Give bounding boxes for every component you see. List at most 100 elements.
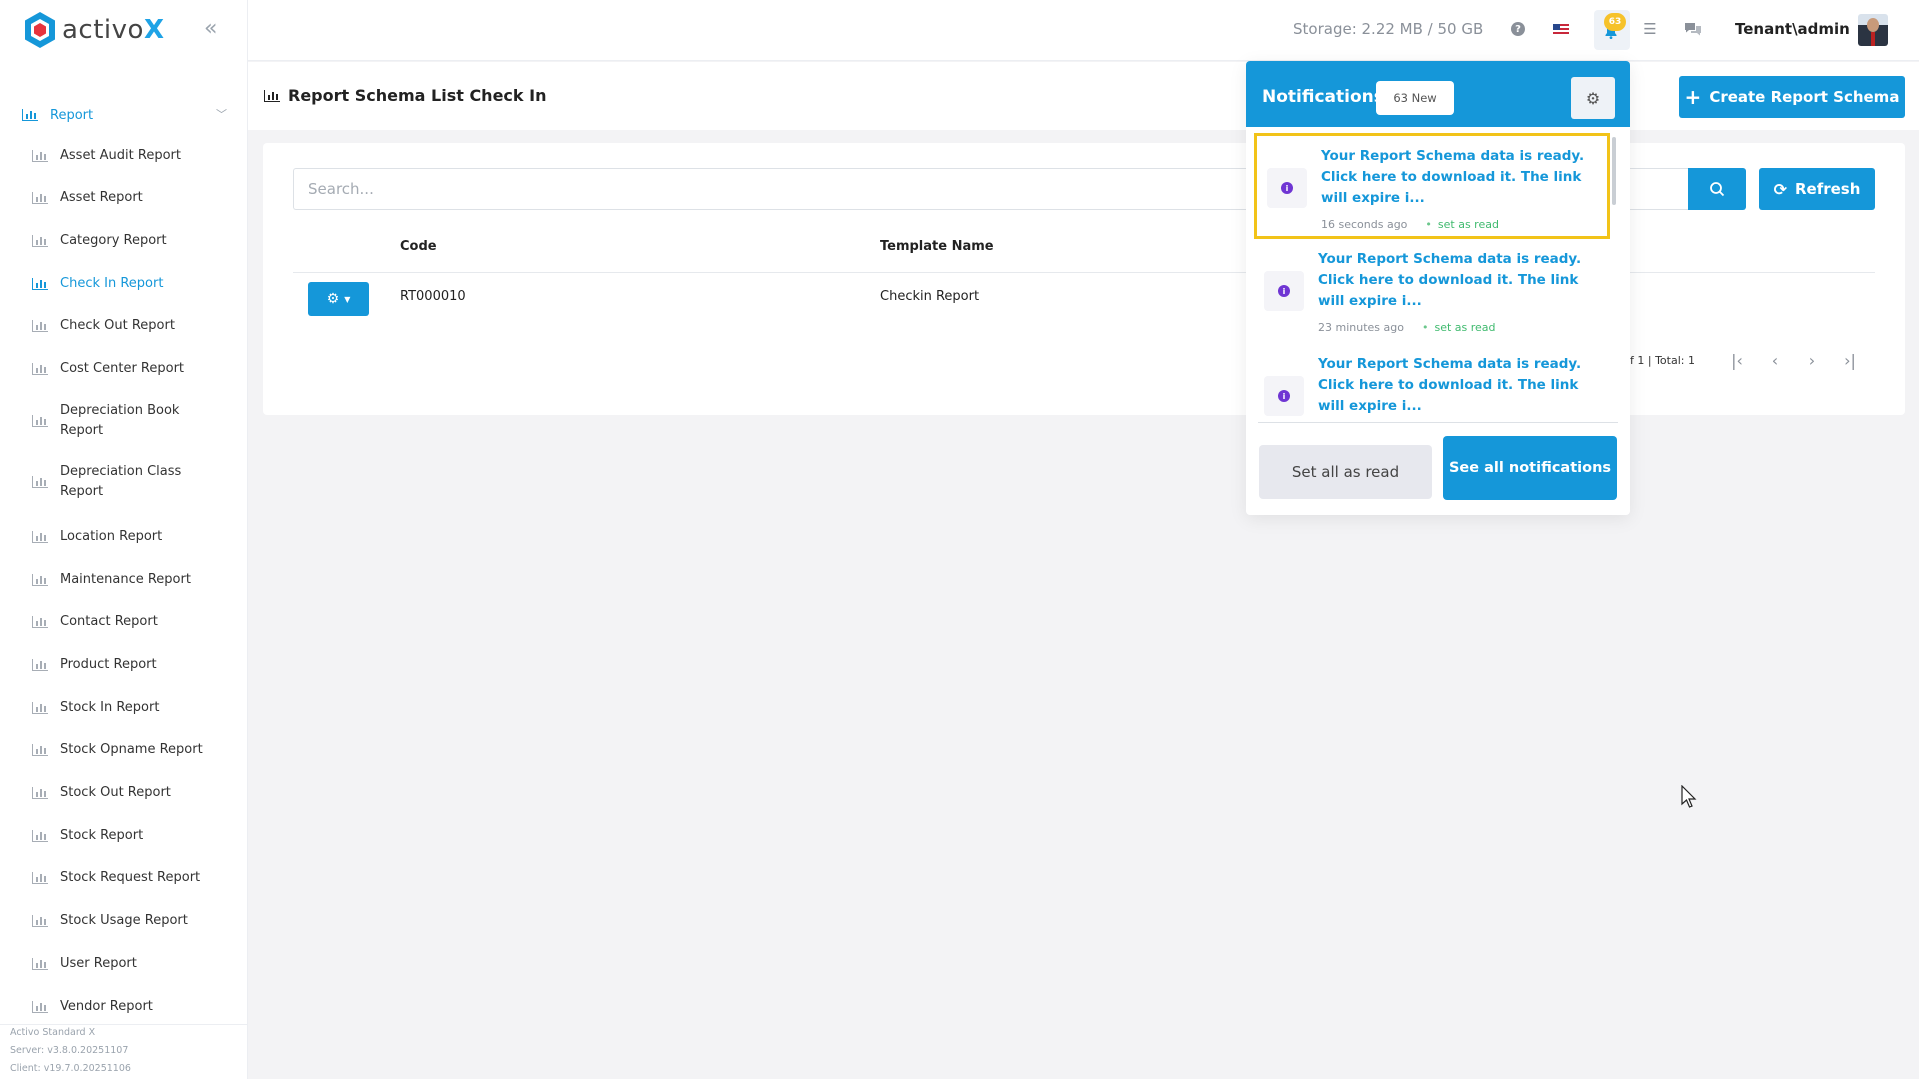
row-actions-button[interactable]: ⚙ ▼ bbox=[308, 282, 369, 316]
sidebar: activoX « Report ﹀ Asset Audit Report Ass… bbox=[0, 0, 248, 1079]
avatar[interactable] bbox=[1858, 14, 1888, 46]
server-version: Server: v3.8.0.20251107 bbox=[10, 1045, 129, 1056]
notification-settings-button[interactable]: ⚙ bbox=[1571, 77, 1615, 119]
sidebar-item-vendor-report[interactable]: Vendor Report bbox=[32, 997, 232, 1017]
bar-chart-icon bbox=[32, 363, 48, 375]
column-header-template-name[interactable]: Template Name bbox=[880, 239, 994, 254]
notification-item[interactable]: i Your Report Schema data is ready. Clic… bbox=[1254, 344, 1610, 450]
sidebar-item-depreciation-class-report[interactable]: Depreciation Class Report bbox=[32, 462, 232, 502]
sidebar-item-stock-report[interactable]: Stock Report bbox=[32, 826, 232, 846]
new-count-badge: 63 New bbox=[1376, 81, 1454, 115]
set-as-read-link[interactable]: set as read bbox=[1438, 218, 1499, 231]
logo-hex-icon bbox=[25, 12, 55, 48]
sidebar-item-stock-out-report[interactable]: Stock Out Report bbox=[32, 783, 232, 803]
next-page-icon[interactable]: › bbox=[1802, 349, 1822, 371]
chevron-down-icon: ﹀ bbox=[216, 108, 227, 121]
gear-icon: ⚙ bbox=[1585, 88, 1601, 108]
divider bbox=[1258, 422, 1618, 423]
collapse-sidebar-icon[interactable]: « bbox=[204, 16, 217, 41]
prev-page-icon[interactable]: ‹ bbox=[1765, 349, 1785, 371]
sidebar-item-label: Depreciation Class Report bbox=[60, 464, 182, 499]
notification-text[interactable]: Your Report Schema data is ready. Click … bbox=[1321, 146, 1601, 209]
brand-logo[interactable]: activoX bbox=[22, 10, 165, 50]
menu-report-parent[interactable]: Report ﹀ bbox=[22, 103, 227, 127]
refresh-button[interactable]: ⟳ Refresh bbox=[1759, 168, 1875, 210]
sidebar-item-label: Stock Report bbox=[60, 828, 144, 843]
bar-chart-icon bbox=[32, 476, 48, 488]
info-icon: i bbox=[1264, 376, 1304, 416]
sidebar-item-label: Cost Center Report bbox=[60, 361, 185, 376]
caret-down-icon: ▼ bbox=[344, 294, 351, 304]
notification-item[interactable]: i Your Report Schema data is ready. Clic… bbox=[1254, 239, 1610, 345]
sidebar-item-product-report[interactable]: Product Report bbox=[32, 655, 232, 675]
set-as-read-link[interactable]: set as read bbox=[1434, 321, 1495, 334]
sidebar-item-label: Vendor Report bbox=[60, 999, 153, 1014]
sidebar-item-contact-report[interactable]: Contact Report bbox=[32, 612, 232, 632]
table-row[interactable]: ⚙ ▼ RT000010 Checkin Report bbox=[293, 273, 1875, 323]
create-report-schema-button[interactable]: + Create Report Schema bbox=[1679, 76, 1905, 118]
notification-scrollbar[interactable] bbox=[1612, 137, 1616, 205]
set-all-read-button[interactable]: Set all as read bbox=[1259, 445, 1432, 499]
sidebar-item-label: Stock Usage Report bbox=[60, 913, 188, 928]
sidebar-item-check-out-report[interactable]: Check Out Report bbox=[32, 316, 232, 336]
sidebar-item-label: Asset Report bbox=[60, 190, 143, 205]
sidebar-item-location-report[interactable]: Location Report bbox=[32, 527, 232, 547]
bar-chart-icon bbox=[32, 915, 48, 927]
sidebar-item-stock-request-report[interactable]: Stock Request Report bbox=[32, 868, 232, 888]
bar-chart-icon bbox=[32, 415, 48, 427]
refresh-label: Refresh bbox=[1794, 180, 1861, 198]
first-page-icon[interactable]: |‹ bbox=[1727, 349, 1747, 371]
mouse-cursor-icon bbox=[1681, 785, 1697, 808]
search-icon bbox=[1710, 182, 1725, 197]
column-header-code[interactable]: Code bbox=[400, 239, 437, 254]
sidebar-item-asset-report[interactable]: Asset Report bbox=[32, 188, 232, 208]
sidebar-item-label: Asset Audit Report bbox=[60, 148, 181, 163]
sidebar-item-user-report[interactable]: User Report bbox=[32, 954, 232, 974]
see-all-notifications-button[interactable]: See all notifications bbox=[1443, 436, 1617, 500]
bar-chart-icon bbox=[32, 702, 48, 714]
bar-chart-icon bbox=[264, 89, 280, 102]
help-icon[interactable]: ? bbox=[1508, 19, 1528, 39]
sidebar-item-label: User Report bbox=[60, 956, 137, 971]
sidebar-item-maintenance-report[interactable]: Maintenance Report bbox=[32, 570, 232, 590]
chat-icon[interactable] bbox=[1683, 19, 1703, 39]
sidebar-item-label: Contact Report bbox=[60, 614, 158, 629]
sidebar-item-stock-in-report[interactable]: Stock In Report bbox=[32, 698, 232, 718]
us-flag-icon[interactable] bbox=[1551, 19, 1571, 39]
sidebar-item-label: Depreciation Book Report bbox=[60, 403, 180, 438]
sidebar-item-category-report[interactable]: Category Report bbox=[32, 231, 232, 251]
brand-name: activoX bbox=[62, 15, 165, 45]
plus-icon: + bbox=[1684, 85, 1702, 109]
storage-usage: Storage: 2.22 MB / 50 GB bbox=[1293, 20, 1484, 38]
notification-list[interactable]: i Your Report Schema data is ready. Clic… bbox=[1246, 131, 1630, 471]
tasks-list-icon[interactable]: ☰ bbox=[1640, 19, 1660, 39]
bar-chart-icon bbox=[32, 872, 48, 884]
bar-chart-icon bbox=[32, 574, 48, 586]
version-info: Activo Standard X Server: v3.8.0.2025110… bbox=[10, 1024, 131, 1078]
table-header: Code Template Name bbox=[293, 225, 1875, 273]
notification-text[interactable]: Your Report Schema data is ready. Click … bbox=[1318, 249, 1598, 312]
user-name[interactable]: Tenant\admin bbox=[1735, 20, 1850, 38]
bar-chart-icon bbox=[32, 1001, 48, 1013]
search-button[interactable] bbox=[1688, 168, 1746, 210]
sidebar-item-depreciation-book-report[interactable]: Depreciation Book Report bbox=[32, 401, 232, 441]
sidebar-item-stock-opname-report[interactable]: Stock Opname Report bbox=[32, 740, 232, 760]
last-page-icon[interactable]: ›| bbox=[1840, 349, 1860, 371]
sidebar-item-stock-usage-report[interactable]: Stock Usage Report bbox=[32, 911, 232, 931]
sidebar-item-cost-center-report[interactable]: Cost Center Report bbox=[32, 359, 232, 379]
sidebar-item-check-in-report[interactable]: Check In Report bbox=[32, 274, 232, 294]
page-title: Report Schema List Check In bbox=[264, 86, 546, 105]
sidebar-item-label: Stock Opname Report bbox=[60, 742, 203, 757]
bar-chart-icon bbox=[32, 531, 48, 543]
client-version: Client: v19.7.0.20251106 bbox=[10, 1063, 131, 1074]
notification-meta: 23 minutes ago • set as read bbox=[1318, 321, 1496, 334]
notification-text[interactable]: Your Report Schema data is ready. Click … bbox=[1318, 354, 1598, 417]
notification-count-badge: 63 bbox=[1604, 13, 1626, 31]
notification-item[interactable]: i Your Report Schema data is ready. Clic… bbox=[1254, 133, 1610, 239]
bar-chart-icon bbox=[32, 278, 48, 290]
create-button-label: Create Report Schema bbox=[1709, 88, 1900, 106]
sidebar-item-asset-audit-report[interactable]: Asset Audit Report bbox=[32, 146, 232, 166]
bar-chart-icon bbox=[32, 659, 48, 671]
gear-icon: ⚙ bbox=[326, 291, 340, 307]
info-icon: i bbox=[1264, 271, 1304, 311]
